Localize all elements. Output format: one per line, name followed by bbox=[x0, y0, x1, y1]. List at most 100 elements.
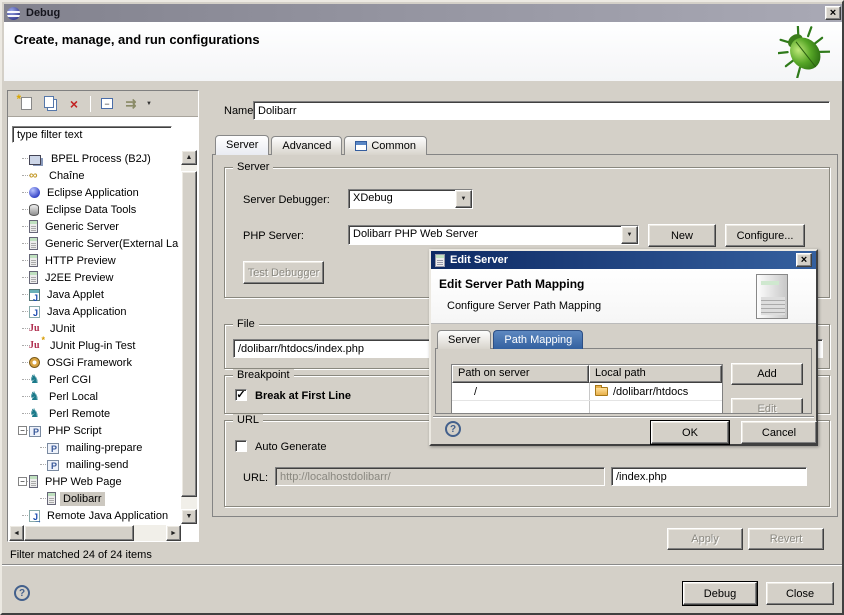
column-path-on-server[interactable]: Path on server bbox=[452, 365, 589, 383]
apply-button[interactable]: Apply bbox=[667, 528, 743, 550]
edit-server-title: Edit Server bbox=[450, 254, 508, 266]
table-row[interactable]: / /dolibarr/htdocs bbox=[452, 383, 722, 400]
tree-scroll-right-icon[interactable]: ► bbox=[166, 525, 181, 541]
new-configuration-icon[interactable] bbox=[14, 94, 38, 114]
tree-item-http-preview[interactable]: HTTP Preview bbox=[9, 252, 181, 269]
debug-button[interactable]: Debug bbox=[683, 582, 757, 605]
edit-server-titlebar[interactable]: Edit Server × bbox=[431, 251, 816, 269]
server-icon bbox=[47, 492, 56, 505]
collapse-all-icon[interactable]: − bbox=[95, 94, 119, 114]
folder-icon bbox=[595, 387, 608, 396]
tree-scroll-up-icon[interactable]: ▲ bbox=[181, 150, 197, 165]
url-path-field-wrap bbox=[611, 467, 807, 486]
dialog-tab-server[interactable]: Server bbox=[437, 330, 491, 349]
tree-hscroll-thumb[interactable] bbox=[24, 525, 134, 541]
delete-configuration-icon[interactable]: × bbox=[62, 94, 86, 114]
revert-button[interactable]: Revert bbox=[748, 528, 824, 550]
tab-server[interactable]: Server bbox=[215, 135, 269, 155]
url-group-title: URL bbox=[233, 414, 263, 426]
filter-status: Filter matched 24 of 24 items bbox=[10, 549, 152, 561]
tree-vscroll-thumb[interactable] bbox=[181, 171, 197, 497]
tree-item-j2ee-preview[interactable]: J2EE Preview bbox=[9, 269, 181, 286]
tree-item-php-web-page[interactable]: −PHP Web Page bbox=[9, 473, 181, 490]
tree-item-junit[interactable]: JUnit bbox=[9, 320, 181, 337]
edit-server-dialog: Edit Server × Edit Server Path Mapping C… bbox=[429, 249, 818, 446]
cancel-button[interactable]: Cancel bbox=[741, 421, 817, 444]
edit-server-heading: Edit Server Path Mapping bbox=[439, 277, 584, 291]
tree-item-remote-java-application[interactable]: Remote Java Application bbox=[9, 507, 181, 524]
tab-common[interactable]: Common bbox=[344, 136, 427, 155]
table-header-row: Path on server Local path bbox=[452, 365, 722, 383]
tree-item-cha-ne[interactable]: Chaîne bbox=[9, 167, 181, 184]
tree-item-eclipse-data-tools[interactable]: Eclipse Data Tools bbox=[9, 201, 181, 218]
tree-item-label: Java Applet bbox=[44, 288, 107, 302]
help-icon[interactable]: ? bbox=[14, 585, 30, 601]
php-server-combo[interactable]: Dolibarr PHP Web Server ▼ bbox=[348, 225, 639, 245]
duplicate-configuration-icon[interactable] bbox=[38, 94, 62, 114]
tree-item-php-script[interactable]: − PHP Script bbox=[9, 422, 181, 439]
tree-item-generic-server-external-la[interactable]: Generic Server(External La bbox=[9, 235, 181, 252]
tree-item-mailing-send[interactable]: mailing-send bbox=[9, 456, 181, 473]
chevron-down-icon[interactable]: ▼ bbox=[621, 226, 638, 244]
configure-server-button[interactable]: Configure... bbox=[725, 224, 805, 247]
server-icon bbox=[29, 220, 38, 233]
test-debugger-button[interactable]: Test Debugger bbox=[243, 261, 324, 284]
ok-button[interactable]: OK bbox=[651, 421, 729, 444]
break-first-line-checkbox[interactable]: ✓ bbox=[235, 389, 247, 401]
java-applet-icon bbox=[29, 289, 40, 301]
tab-advanced[interactable]: Advanced bbox=[271, 136, 342, 155]
tree-collapse-icon[interactable]: − bbox=[18, 477, 27, 486]
dialog-help-icon[interactable]: ? bbox=[445, 421, 461, 437]
tree-item-mailing-prepare[interactable]: mailing-prepare bbox=[9, 439, 181, 456]
url-path-input[interactable] bbox=[612, 468, 806, 485]
footer-separator bbox=[2, 564, 844, 566]
type-filter-input[interactable] bbox=[13, 127, 171, 142]
tree-item-label: BPEL Process (B2J) bbox=[48, 152, 154, 166]
window-titlebar[interactable]: Debug × bbox=[4, 4, 844, 22]
close-window-icon[interactable]: × bbox=[825, 6, 841, 20]
name-label: Name: bbox=[224, 105, 256, 117]
tree-scroll-left-icon[interactable]: ◄ bbox=[9, 525, 24, 541]
perl-icon bbox=[29, 373, 42, 386]
tree-item-generic-server[interactable]: Generic Server bbox=[9, 218, 181, 235]
name-field-wrap bbox=[253, 101, 830, 120]
base-url-field-wrap bbox=[275, 467, 605, 486]
tree-toolbar: × − ⇉ ▼ bbox=[8, 91, 198, 117]
tree-item-bpel-process-b2j-[interactable]: BPEL Process (B2J) bbox=[9, 150, 181, 167]
toolbar-menu-chevron-icon[interactable]: ▼ bbox=[143, 94, 155, 114]
tree-item-label: Perl Remote bbox=[46, 407, 113, 421]
tree-item-perl-remote[interactable]: Perl Remote bbox=[9, 405, 181, 422]
tree-item-osgi-framework[interactable]: OSGi Framework bbox=[9, 354, 181, 371]
table-icon bbox=[355, 141, 367, 151]
tree-item-perl-local[interactable]: Perl Local bbox=[9, 388, 181, 405]
auto-generate-checkbox[interactable] bbox=[235, 440, 247, 452]
server-icon bbox=[29, 475, 38, 488]
path-on-server-cell: / bbox=[452, 383, 590, 400]
chevron-down-icon[interactable]: ▼ bbox=[455, 190, 472, 208]
add-mapping-button[interactable]: Add bbox=[731, 363, 803, 385]
new-server-button[interactable]: New bbox=[648, 224, 716, 247]
eclipse-app-icon bbox=[29, 187, 40, 198]
tree-item-perl-cgi[interactable]: Perl CGI bbox=[9, 371, 181, 388]
column-local-path[interactable]: Local path bbox=[589, 365, 722, 383]
close-dialog-icon[interactable]: × bbox=[796, 253, 812, 267]
name-input[interactable] bbox=[254, 102, 829, 119]
tree-item-junit-plug-in-test[interactable]: JUnit Plug-in Test bbox=[9, 337, 181, 354]
tree-item-eclipse-application[interactable]: Eclipse Application bbox=[9, 184, 181, 201]
edit-server-tabs: Server Path Mapping bbox=[437, 329, 585, 349]
tree-item-dolibarr[interactable]: Dolibarr bbox=[9, 490, 181, 507]
edit-mapping-button[interactable]: Edit bbox=[731, 398, 803, 414]
tree-collapse-icon[interactable]: − bbox=[18, 426, 27, 435]
dialog-tab-path-mapping[interactable]: Path Mapping bbox=[493, 330, 583, 349]
server-debugger-combo[interactable]: XDebug ▼ bbox=[348, 189, 473, 209]
close-button[interactable]: Close bbox=[766, 582, 834, 605]
tree-item-label: Perl CGI bbox=[46, 373, 94, 387]
tree-scroll-down-icon[interactable]: ▼ bbox=[181, 509, 197, 524]
tree-item-label: PHP Script bbox=[45, 424, 105, 438]
break-first-line-label: Break at First Line bbox=[255, 390, 351, 402]
filter-launch-icon[interactable]: ⇉ bbox=[119, 94, 143, 114]
server-icon bbox=[435, 254, 445, 267]
tree-item-label: JUnit Plug-in Test bbox=[47, 339, 138, 353]
tree-item-java-application[interactable]: Java Application bbox=[9, 303, 181, 320]
tree-item-java-applet[interactable]: Java Applet bbox=[9, 286, 181, 303]
